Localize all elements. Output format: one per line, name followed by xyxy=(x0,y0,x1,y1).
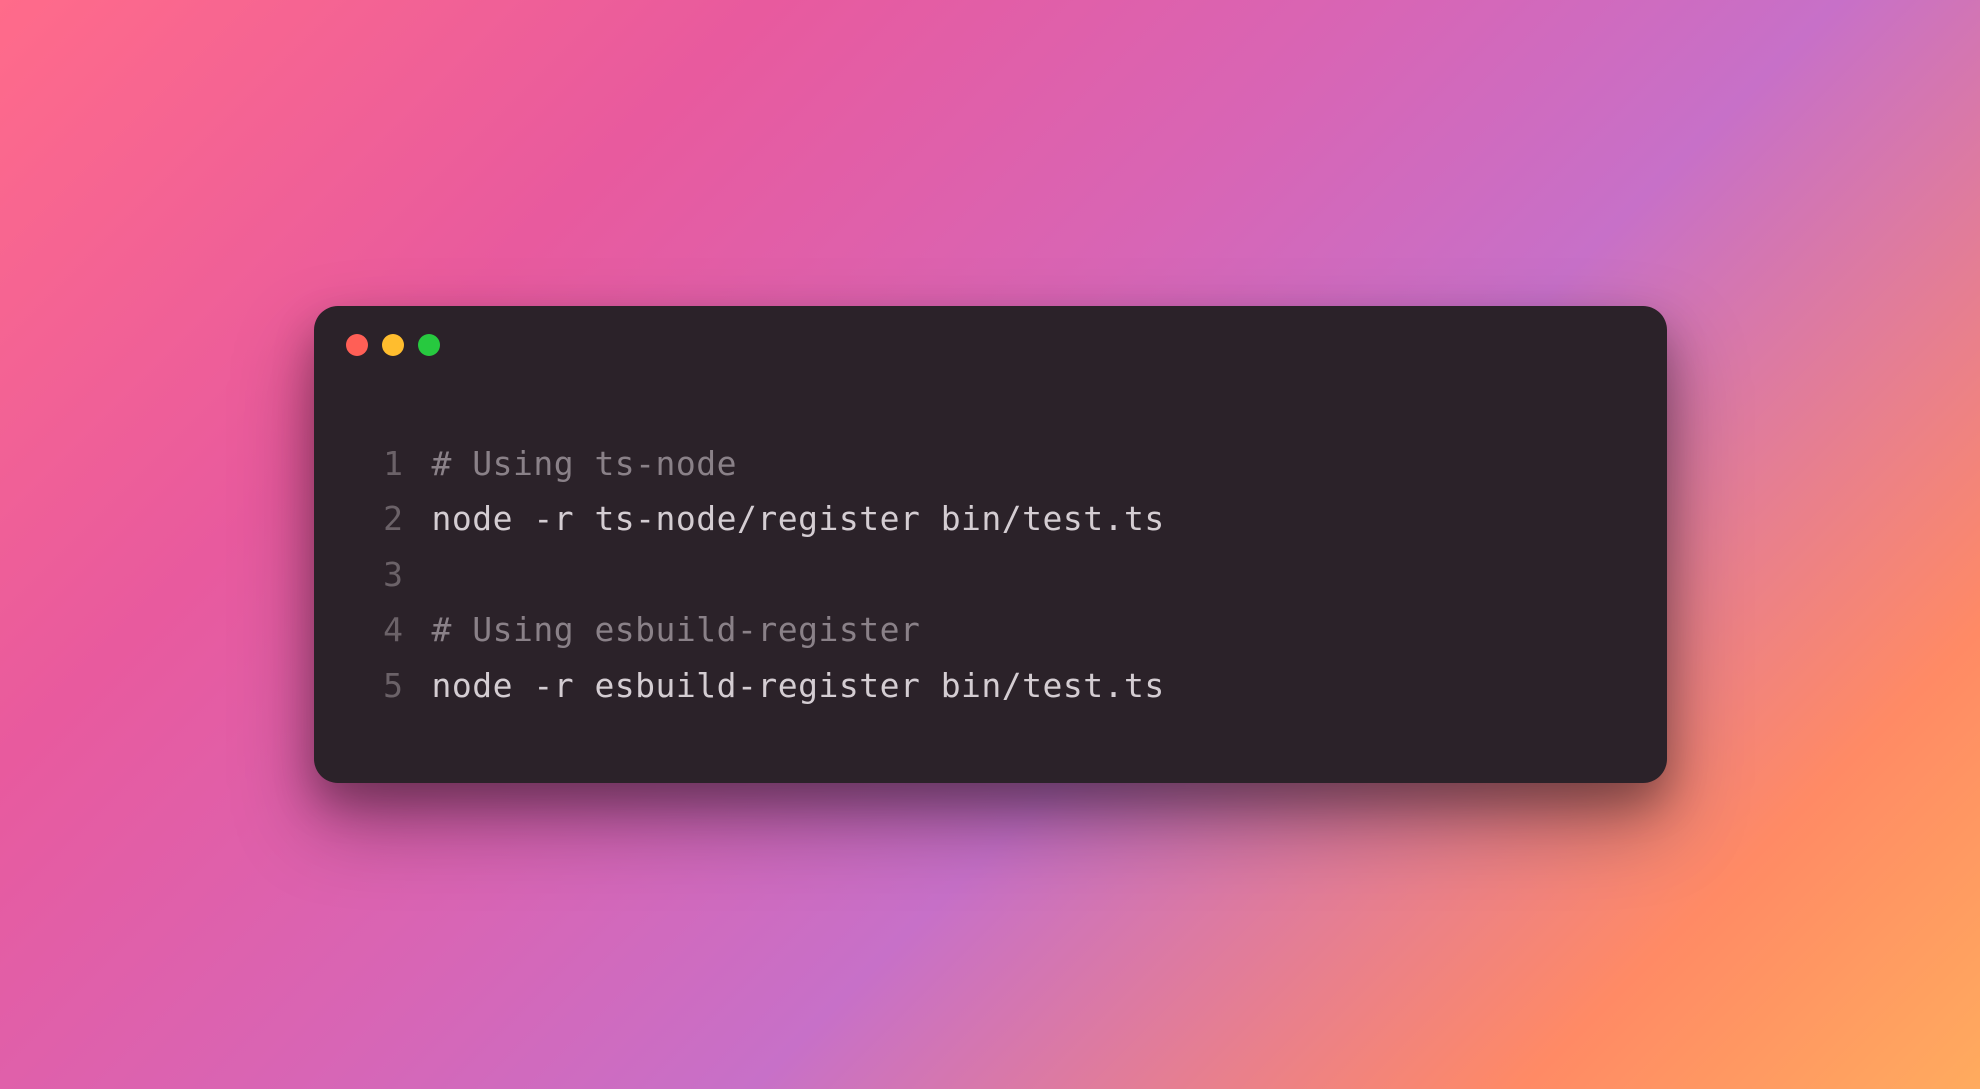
line-number: 4 xyxy=(364,602,404,657)
code-line: 1 # Using ts-node xyxy=(364,436,1617,491)
code-line: 5 node -r esbuild-register bin/test.ts xyxy=(364,658,1617,713)
close-icon[interactable] xyxy=(346,334,368,356)
line-number: 5 xyxy=(364,658,404,713)
line-number: 3 xyxy=(364,547,404,602)
line-number: 2 xyxy=(364,491,404,546)
code-text: node -r ts-node/register bin/test.ts xyxy=(432,491,1165,546)
line-number: 1 xyxy=(364,436,404,491)
title-bar xyxy=(314,306,1667,366)
code-area[interactable]: 1 # Using ts-node 2 node -r ts-node/regi… xyxy=(314,366,1667,783)
code-text: node -r esbuild-register bin/test.ts xyxy=(432,658,1165,713)
code-line: 3 xyxy=(364,547,1617,602)
code-comment: # Using esbuild-register xyxy=(432,602,921,657)
code-comment: # Using ts-node xyxy=(432,436,738,491)
code-line: 4 # Using esbuild-register xyxy=(364,602,1617,657)
maximize-icon[interactable] xyxy=(418,334,440,356)
minimize-icon[interactable] xyxy=(382,334,404,356)
code-line: 2 node -r ts-node/register bin/test.ts xyxy=(364,491,1617,546)
editor-window: 1 # Using ts-node 2 node -r ts-node/regi… xyxy=(314,306,1667,783)
